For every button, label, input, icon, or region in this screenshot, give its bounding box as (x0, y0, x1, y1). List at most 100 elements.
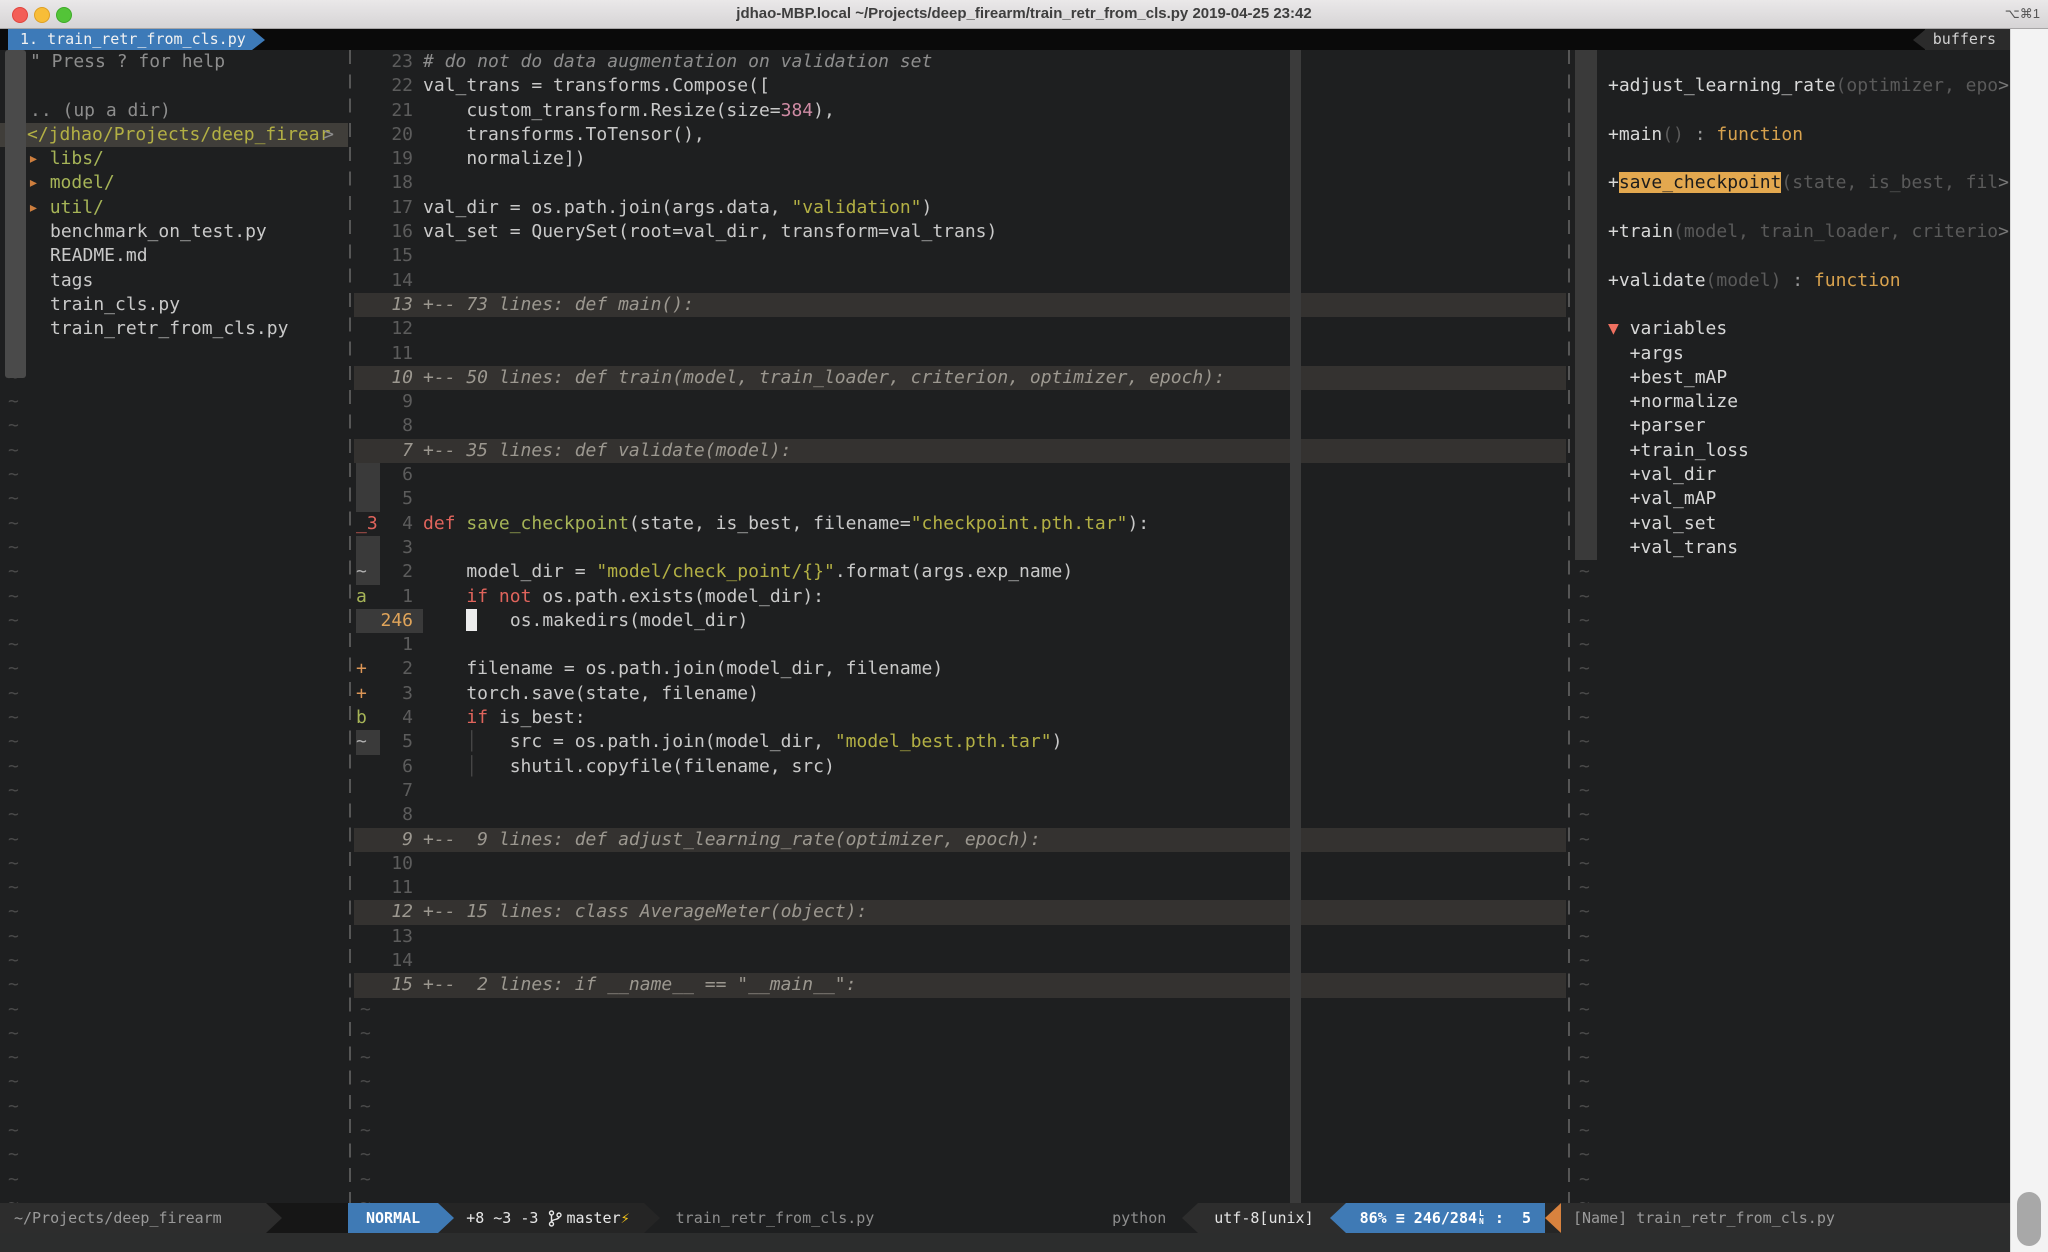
tag-variable-entry[interactable]: +normalize (1573, 390, 2010, 414)
code-line[interactable]: 21 custom_transform.Resize(size=384), (354, 99, 1566, 123)
sign-column-cell (356, 171, 380, 195)
command-line[interactable] (0, 1233, 2010, 1252)
code-fold-line[interactable]: 13+-- 73 lines: def main(): (354, 293, 1566, 317)
code-token: save_checkpoint (466, 513, 629, 534)
tree-item-dir[interactable]: ▸ model/ (0, 171, 348, 195)
tag-entry[interactable]: +validate(model) : function (1573, 269, 2010, 293)
code-line[interactable]: 19 normalize]) (354, 147, 1566, 171)
tag-variable-entry[interactable]: +val_dir (1573, 463, 2010, 487)
code-line[interactable]: 17val_dir = os.path.join(args.data, "val… (354, 196, 1566, 220)
window-title: jdhao-MBP.local ~/Projects/deep_firearm/… (0, 5, 2048, 22)
tag-entry[interactable]: +adjust_learning_rate(optimizer, epo> (1573, 74, 2010, 98)
tree-root-dir[interactable]: </jdhao/Projects/deep_firear> (0, 123, 348, 147)
tree-item-dir[interactable]: ▸ libs/ (0, 147, 348, 171)
code-token (456, 513, 467, 534)
tag-variable-entry[interactable]: +args (1573, 342, 2010, 366)
code-fold-line[interactable]: 15+-- 2 lines: if __name__ == "__main__"… (354, 973, 1566, 997)
empty-line-tilde: ~ (0, 391, 19, 412)
code-line[interactable]: 11 (354, 342, 1566, 366)
tag-variable-entry[interactable]: +val_mAP (1573, 487, 2010, 511)
code-token: # do not do data augmentation on validat… (423, 51, 932, 72)
tree-blank-line (0, 74, 348, 98)
code-line[interactable]: 6 (354, 463, 1566, 487)
code-line[interactable]: +2 filename = os.path.join(model_dir, fi… (354, 657, 1566, 681)
tag-name: adjust_learning_rate (1619, 75, 1836, 96)
code-line[interactable]: 12 (354, 317, 1566, 341)
code-fold-line[interactable]: 10+-- 50 lines: def train(model, train_l… (354, 366, 1566, 390)
tab-active[interactable]: 1. train_retr_from_cls.py (8, 29, 252, 50)
macos-titlebar: jdhao-MBP.local ~/Projects/deep_firearm/… (0, 0, 2048, 29)
truncation-marker: > (323, 123, 334, 147)
window-separator[interactable] (349, 50, 351, 1203)
code-empty-line: ~ (354, 998, 1566, 1022)
tree-empty-line: ~ (0, 852, 348, 876)
scrollbar-track[interactable] (2010, 29, 2048, 1252)
code-line[interactable]: 6 │ shutil.copyfile(filename, src) (354, 755, 1566, 779)
code-token: shutil.copyfile(filename, src) (477, 756, 835, 777)
tree-item-file[interactable]: README.md (0, 244, 348, 268)
code-line[interactable]: +3 torch.save(state, filename) (354, 682, 1566, 706)
code-line[interactable]: 3 (354, 536, 1566, 560)
code-line[interactable]: b4 if is_best: (354, 706, 1566, 730)
tag-variable-entry[interactable]: +val_set (1573, 512, 2010, 536)
window-separator[interactable] (1568, 50, 1570, 1203)
code-line[interactable]: 14 (354, 269, 1566, 293)
code-line[interactable]: 8 (354, 803, 1566, 827)
code-line[interactable]: 10 (354, 852, 1566, 876)
tag-variable-entry[interactable]: +parser (1573, 414, 2010, 438)
code-line[interactable]: 246 os.makedirs(model_dir) (354, 609, 1566, 633)
code-line[interactable]: a1 if not os.path.exists(model_dir): (354, 585, 1566, 609)
sign-column-cell (356, 633, 380, 657)
tag-entry[interactable]: +train(model, train_loader, criterio> (1573, 220, 2010, 244)
tag-variable-entry[interactable]: +train_loss (1573, 439, 2010, 463)
code-line[interactable]: 11 (354, 876, 1566, 900)
statusline: ~/Projects/deep_firearm NORMAL +8 ~3 -3 … (0, 1203, 2010, 1233)
code-line[interactable]: 16val_set = QuerySet(root=val_dir, trans… (354, 220, 1566, 244)
tagbar-variables-header[interactable]: ▼ variables (1573, 317, 2010, 341)
code-line[interactable]: 13 (354, 925, 1566, 949)
tree-item-file[interactable]: train_cls.py (0, 293, 348, 317)
code-line[interactable]: 5 (354, 487, 1566, 511)
code-token (423, 707, 466, 728)
code-line[interactable]: ~2 model_dir = "model/check_point/{}".fo… (354, 560, 1566, 584)
code-fold-line[interactable]: 9+-- 9 lines: def adjust_learning_rate(o… (354, 828, 1566, 852)
tree-item-file[interactable]: train_retr_from_cls.py (0, 317, 348, 341)
empty-line-tilde: ~ (0, 440, 19, 461)
code-line[interactable]: 1 (354, 633, 1566, 657)
tree-empty-line: ~ (0, 755, 348, 779)
code-text: │ shutil.copyfile(filename, src) (423, 755, 1566, 779)
code-line[interactable]: 9 (354, 390, 1566, 414)
tag-variable-entry[interactable]: +best_mAP (1573, 366, 2010, 390)
scrollbar-thumb[interactable] (2017, 1192, 2041, 1246)
code-line[interactable]: 23# do not do data augmentation on valid… (354, 50, 1566, 74)
sign-column-cell (356, 414, 380, 438)
code-fold-line[interactable]: 7+-- 35 lines: def validate(model): (354, 439, 1566, 463)
tree-item-file[interactable]: tags (0, 269, 348, 293)
empty-line-tilde: ~ (0, 950, 19, 971)
code-line[interactable]: 20 transforms.ToTensor(), (354, 123, 1566, 147)
code-line[interactable]: 22val_trans = transforms.Compose([ (354, 74, 1566, 98)
tagbar-blank-line (1573, 50, 2010, 74)
empty-line-tilde: ~ (0, 561, 19, 582)
code-line[interactable]: 14 (354, 949, 1566, 973)
empty-line-tilde: ~ (1573, 853, 1590, 874)
code-line[interactable]: 7 (354, 779, 1566, 803)
code-line[interactable]: 8 (354, 414, 1566, 438)
tree-item-file[interactable]: benchmark_on_test.py (0, 220, 348, 244)
tree-up-dir[interactable]: .. (up a dir) (0, 99, 348, 123)
fold-summary: +-- 2 lines: if __name__ == "__main__": (423, 974, 856, 995)
tree-item-dir[interactable]: ▸ util/ (0, 196, 348, 220)
code-fold-line[interactable]: 12+-- 15 lines: class AverageMeter(objec… (354, 900, 1566, 924)
line-position: 246/284 (1414, 1209, 1477, 1227)
code-line[interactable]: ~5 │ src = os.path.join(model_dir, "mode… (354, 730, 1566, 754)
code-line[interactable]: 18 (354, 171, 1566, 195)
line-number: 21 (380, 99, 423, 123)
tag-entry[interactable]: +save_checkpoint(state, is_best, fil> (1573, 171, 2010, 195)
tag-entry[interactable]: +main() : function (1573, 123, 2010, 147)
code-token: "model_best.pth.tar" (835, 731, 1052, 752)
code-line[interactable]: 15 (354, 244, 1566, 268)
nerdtree-scroll-indicator[interactable] (5, 50, 26, 378)
tag-variable-entry[interactable]: +val_trans (1573, 536, 2010, 560)
buffers-label[interactable]: buffers (1925, 29, 2010, 50)
code-line[interactable]: _34def save_checkpoint(state, is_best, f… (354, 512, 1566, 536)
